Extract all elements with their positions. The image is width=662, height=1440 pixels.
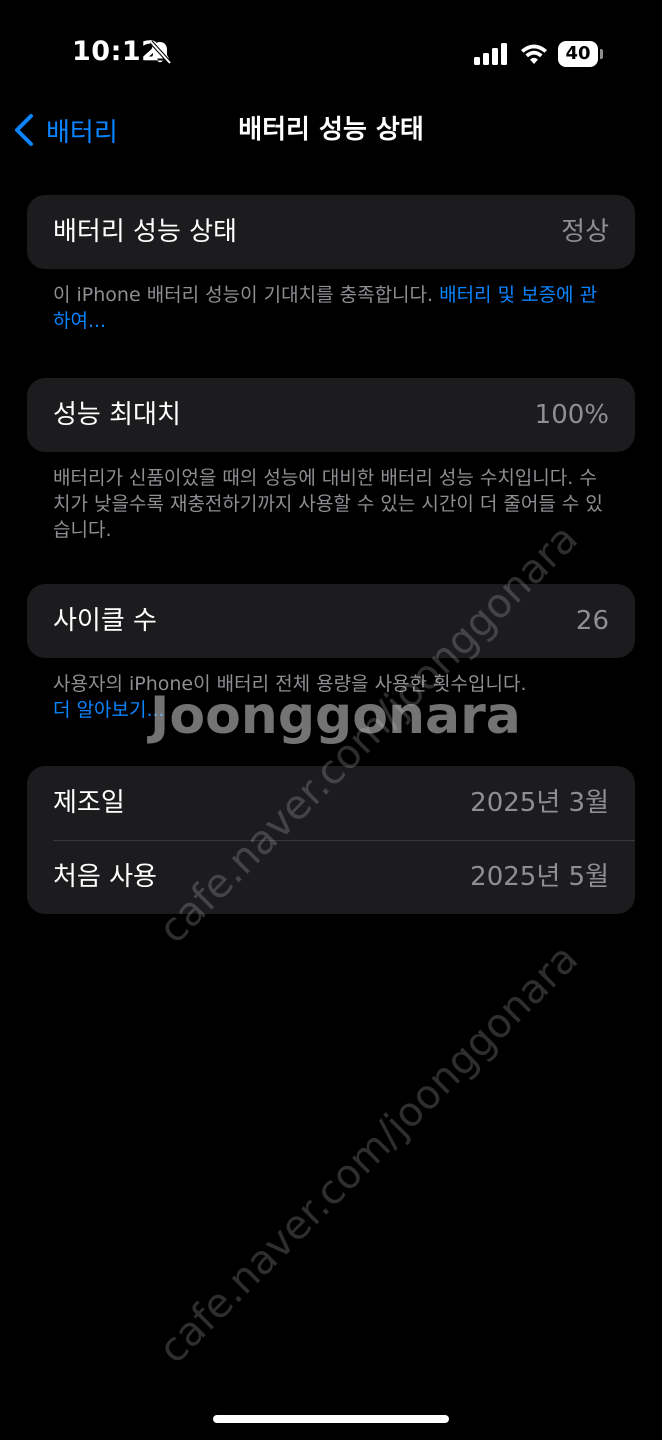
battery-health-row: 배터리 성능 상태 정상 (27, 195, 635, 269)
cellular-signal-icon (474, 43, 507, 65)
cycle-count-label: 사이클 수 (53, 606, 157, 636)
manufacture-date-value: 2025년 3월 (470, 788, 609, 818)
first-use-label: 처음 사용 (53, 862, 157, 892)
maximum-capacity-footer: 배터리가 신품이었을 때의 성능에 대비한 배터리 성능 수치입니다. 수치가 … (53, 467, 603, 541)
maximum-capacity-card: 성능 최대치 100% (27, 378, 635, 452)
battery-health-footer: 이 iPhone 배터리 성능이 기대치를 충족합니다. 배터리 및 보증에 관… (53, 282, 613, 334)
manufacture-date-label: 제조일 (53, 788, 125, 818)
battery-tip (600, 49, 603, 59)
learn-more-link[interactable]: 더 알아보기... (53, 697, 613, 723)
maximum-capacity-label: 성능 최대치 (53, 400, 181, 430)
battery-icon: 40 (558, 41, 604, 67)
home-indicator[interactable] (213, 1415, 449, 1423)
battery-dates-card: 제조일 2025년 3월 처음 사용 2025년 5월 (27, 766, 635, 914)
first-use-row: 처음 사용 2025년 5월 (27, 840, 635, 914)
maximum-capacity-row: 성능 최대치 100% (27, 378, 635, 452)
cycle-count-value: 26 (575, 606, 609, 636)
battery-health-card: 배터리 성능 상태 정상 (27, 195, 635, 269)
watermark-text: cafe.naver.com/joonggonara (150, 935, 587, 1373)
battery-health-label: 배터리 성능 상태 (53, 217, 237, 247)
navigation-bar: 배터리 배터리 성능 상태 (0, 100, 662, 160)
cycle-count-row: 사이클 수 26 (27, 584, 635, 658)
wifi-icon (521, 44, 547, 64)
status-bar: 10:12 40 (0, 0, 662, 100)
cycle-count-footer: 사용자의 iPhone이 배터리 전체 용량을 사용한 횟수입니다. 더 알아보… (53, 671, 613, 723)
battery-health-value: 정상 (561, 217, 609, 247)
page-title: 배터리 성능 상태 (238, 115, 424, 145)
manufacture-date-row: 제조일 2025년 3월 (27, 766, 635, 840)
battery-health-footer-text: 이 iPhone 배터리 성능이 기대치를 충족합니다. (53, 284, 440, 306)
battery-level: 40 (558, 41, 598, 67)
cycle-count-footer-text: 사용자의 iPhone이 배터리 전체 용량을 사용한 횟수입니다. (53, 673, 527, 695)
maximum-capacity-value: 100% (534, 400, 609, 430)
cycle-count-card: 사이클 수 26 (27, 584, 635, 658)
first-use-value: 2025년 5월 (470, 862, 609, 892)
bell-slash-icon (149, 40, 172, 65)
